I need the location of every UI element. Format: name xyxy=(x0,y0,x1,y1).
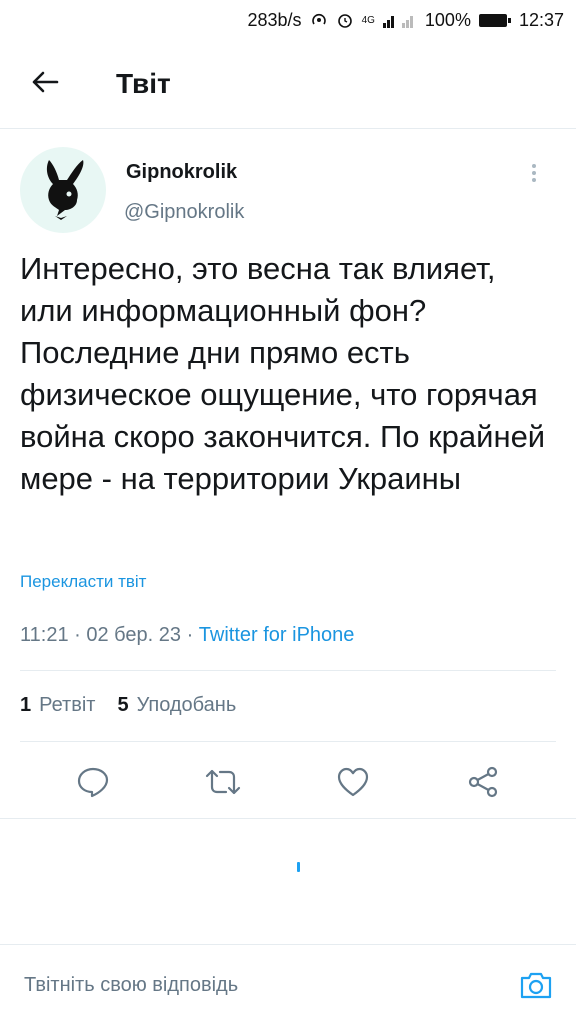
tweet-time: 11:21 xyxy=(20,624,69,646)
alarm-icon xyxy=(336,11,354,29)
reply-button[interactable] xyxy=(73,762,113,802)
network-speed: 283b/s xyxy=(247,9,302,30)
heart-icon xyxy=(337,767,369,797)
reply-bar: Твітніть свою відповідь xyxy=(0,944,576,1025)
like-button[interactable] xyxy=(333,762,373,802)
tweet-text: Интересно, это весна так влияет, или инф… xyxy=(20,251,546,496)
meta-separator: · xyxy=(74,624,87,646)
divider xyxy=(20,741,556,742)
arrow-left-icon xyxy=(31,70,59,99)
loading-indicator xyxy=(297,862,300,872)
battery-icon xyxy=(478,13,511,27)
likes-count: 5 xyxy=(117,694,129,716)
meta-separator: · xyxy=(186,624,199,646)
retweet-button[interactable] xyxy=(203,762,243,802)
retweet-icon xyxy=(205,769,241,795)
network-type: 4G xyxy=(361,14,375,26)
hotspot-icon xyxy=(310,11,328,29)
tweet-source-link[interactable]: Twitter for iPhone xyxy=(199,624,355,646)
camera-icon xyxy=(520,972,552,999)
status-bar: 283b/s 4G 100% 12:37 xyxy=(0,0,576,40)
battery-percent: 100% xyxy=(424,9,471,30)
tweet-stats: 1 Ретвіт 5 Уподобань xyxy=(20,694,236,717)
bunny-logo-icon xyxy=(46,160,84,220)
likes-stat[interactable]: 5 Уподобань xyxy=(117,694,236,717)
author-name[interactable]: Gipnokrolik xyxy=(126,161,237,184)
translate-tweet-link[interactable]: Перекласти твіт xyxy=(20,572,146,592)
camera-button[interactable] xyxy=(516,965,556,1005)
clock: 12:37 xyxy=(518,9,564,30)
share-icon xyxy=(468,766,498,798)
reply-icon xyxy=(77,767,109,798)
retweets-count: 1 xyxy=(20,694,32,716)
more-vertical-icon xyxy=(524,164,544,182)
more-button[interactable] xyxy=(524,161,544,185)
share-button[interactable] xyxy=(463,762,503,802)
signal-icon xyxy=(382,12,417,28)
retweets-label: Ретвіт xyxy=(39,694,96,716)
tweet-meta: 11:21 · 02 бер. 23 · Twitter for iPhone xyxy=(20,624,354,647)
tweet-date: 02 бер. 23 xyxy=(86,624,181,646)
divider xyxy=(20,670,556,671)
reply-input[interactable]: Твітніть свою відповідь xyxy=(24,974,516,997)
avatar[interactable] xyxy=(20,147,106,233)
back-button[interactable] xyxy=(0,70,90,99)
page-title: Твіт xyxy=(116,68,171,99)
author-handle[interactable]: @Gipnokrolik xyxy=(124,201,244,224)
retweets-stat[interactable]: 1 Ретвіт xyxy=(20,694,95,717)
likes-label: Уподобань xyxy=(136,694,237,716)
tweet-author: Gipnokrolik @Gipnokrolik xyxy=(20,147,556,237)
top-app-bar: Твіт xyxy=(0,40,576,129)
divider xyxy=(0,818,576,819)
tweet-actions xyxy=(0,755,576,809)
